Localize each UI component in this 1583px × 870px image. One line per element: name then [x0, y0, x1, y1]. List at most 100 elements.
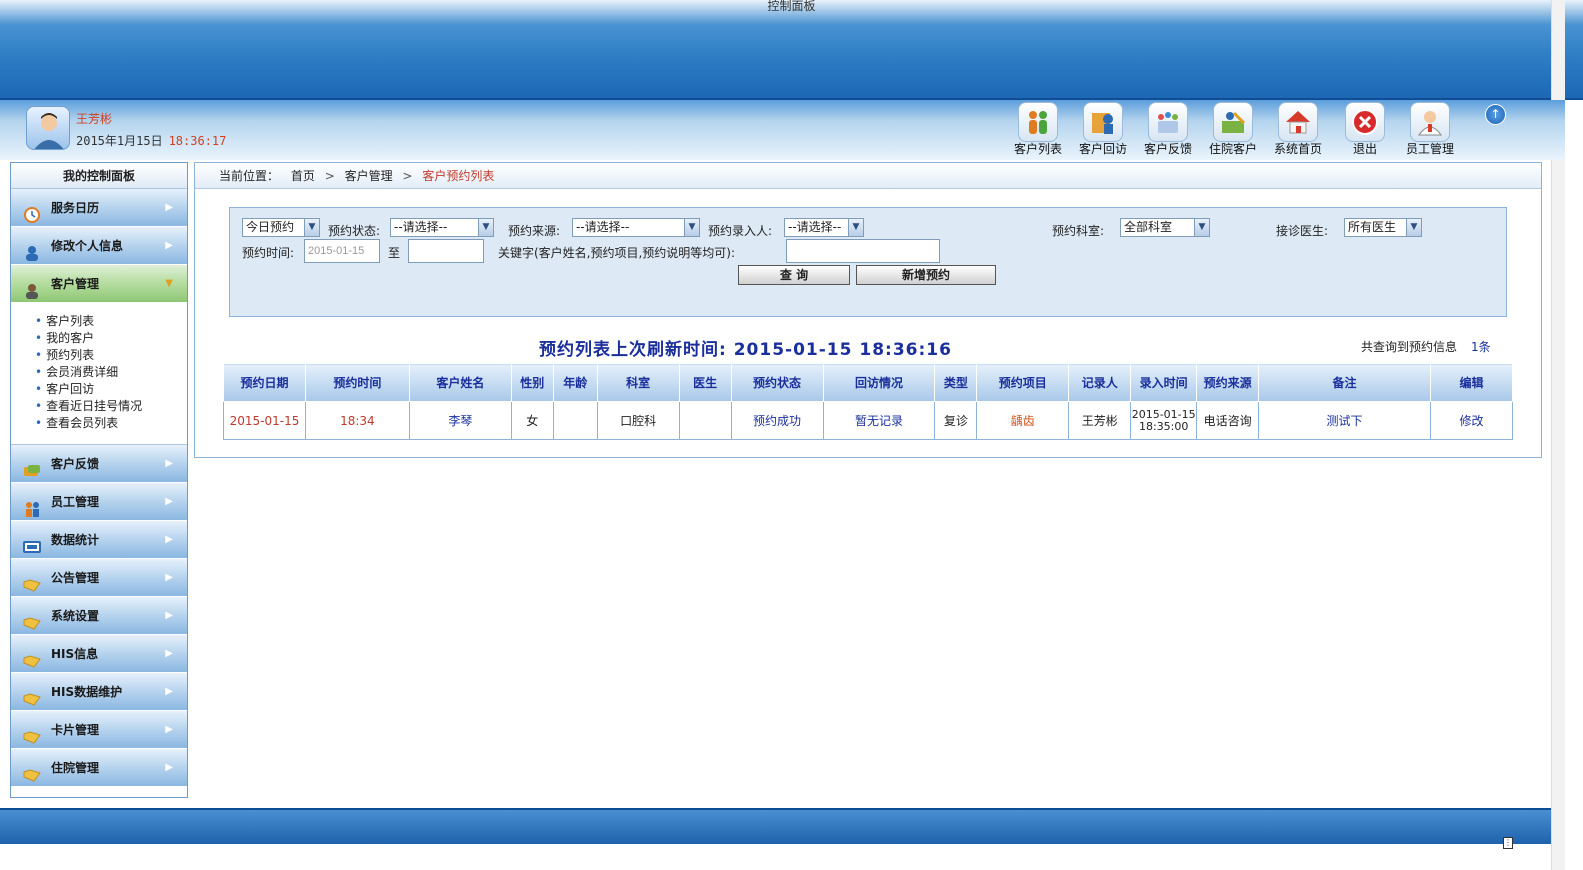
- source-select-value: --请选择--: [576, 220, 630, 234]
- time-to-input[interactable]: [408, 239, 484, 263]
- col-header[interactable]: 科室: [596, 363, 680, 402]
- topnav-inpatient[interactable]: 住院客户: [1205, 102, 1261, 158]
- current-date: 2015年1月15日: [76, 134, 163, 148]
- col-header[interactable]: 记录人: [1068, 363, 1132, 402]
- col-header[interactable]: 类型: [934, 363, 978, 402]
- col-header[interactable]: 预约状态: [730, 363, 824, 402]
- submenu-item-appointment-list[interactable]: 预约列表: [35, 347, 187, 364]
- submenu-item-recent-registration[interactable]: 查看近日挂号情况: [35, 398, 187, 415]
- sidebar: 我的控制面板 服务日历 ▶ 修改个人信息 ▶ 客户管理 ▼ 客户列表 我的客户 …: [10, 162, 188, 798]
- col-header[interactable]: 医生: [678, 363, 732, 402]
- breadcrumb-section[interactable]: 客户管理: [345, 169, 393, 183]
- resize-handle-icon[interactable]: ⋮: [1503, 837, 1513, 849]
- staff-icon: [23, 494, 41, 517]
- submenu-item-member-list[interactable]: 查看会员列表: [35, 415, 187, 432]
- col-header[interactable]: 编辑: [1429, 363, 1514, 402]
- cell-visit[interactable]: 暂无记录: [822, 401, 936, 440]
- col-header[interactable]: 备注: [1258, 363, 1431, 402]
- recorder-select[interactable]: --请选择-- ▼: [784, 218, 864, 237]
- sidebar-item-data-statistics[interactable]: 数据统计 ▶: [11, 521, 187, 559]
- cell-customer-name[interactable]: 李琴: [408, 401, 512, 440]
- chevron-right-icon: ▶: [165, 610, 173, 621]
- user-bar: 王芳彬 2015年1月15日 18:36:17: [0, 100, 1565, 160]
- sidebar-item-announcement[interactable]: 公告管理 ▶: [11, 559, 187, 597]
- time-from-input[interactable]: [304, 239, 380, 263]
- folder-icon: [23, 646, 41, 668]
- source-select[interactable]: --请选择-- ▼: [572, 218, 700, 237]
- sidebar-item-his-info[interactable]: HIS信息 ▶: [11, 635, 187, 673]
- range-select-value: 今日预约: [246, 220, 295, 234]
- topnav-customer-visit[interactable]: 客户回访: [1075, 102, 1131, 158]
- col-header[interactable]: 客户姓名: [408, 363, 512, 402]
- sidebar-item-service-calendar[interactable]: 服务日历 ▶: [11, 189, 187, 227]
- recorder-select-value: --请选择--: [788, 220, 842, 234]
- col-header[interactable]: 预约时间: [304, 363, 410, 402]
- chevron-right-icon: ▶: [165, 572, 173, 583]
- topnav-staff[interactable]: 员工管理: [1402, 102, 1458, 158]
- sidebar-item-label: 修改个人信息: [51, 239, 124, 253]
- chevron-right-icon: ▶: [165, 534, 173, 545]
- avatar: [26, 106, 70, 150]
- keyword-input[interactable]: [786, 239, 940, 263]
- topnav-customer-feedback[interactable]: 客户反馈: [1140, 102, 1196, 158]
- breadcrumb-home[interactable]: 首页: [291, 169, 315, 183]
- inpatient-icon: [1213, 102, 1253, 142]
- sidebar-title: 我的控制面板: [11, 163, 187, 189]
- doctor-select[interactable]: 所有医生 ▼: [1344, 218, 1422, 237]
- to-label: 至: [388, 246, 401, 260]
- sidebar-item-staff-management[interactable]: 员工管理 ▶: [11, 483, 187, 521]
- edit-link[interactable]: 修改: [1429, 401, 1514, 440]
- submenu-item-member-consumption[interactable]: 会员消费详细: [35, 364, 187, 381]
- sidebar-item-label: 员工管理: [51, 495, 100, 509]
- sidebar-item-label: 住院管理: [51, 761, 100, 775]
- col-header[interactable]: 预约项目: [976, 363, 1070, 402]
- breadcrumb-current: 客户预约列表: [422, 169, 495, 183]
- exit-icon: [1345, 102, 1385, 142]
- dept-select[interactable]: 全部科室 ▼: [1120, 218, 1210, 237]
- sidebar-item-label: 卡片管理: [51, 723, 100, 737]
- submenu-item-customer-visit[interactable]: 客户回访: [35, 381, 187, 398]
- col-header[interactable]: 预约来源: [1196, 363, 1260, 402]
- col-header[interactable]: 预约日期: [223, 363, 306, 402]
- sidebar-item-system-settings[interactable]: 系统设置 ▶: [11, 597, 187, 635]
- topnav-label: 客户反馈: [1143, 142, 1192, 156]
- sidebar-item-customer-feedback[interactable]: 客户反馈 ▶: [11, 445, 187, 483]
- topnav-exit[interactable]: 退出: [1340, 102, 1390, 158]
- col-header[interactable]: 年龄: [552, 363, 598, 402]
- sidebar-item-his-data-maintenance[interactable]: HIS数据维护 ▶: [11, 673, 187, 711]
- col-header[interactable]: 性别: [510, 363, 554, 402]
- submenu-item-customer-list[interactable]: 客户列表: [35, 313, 187, 330]
- chevron-down-icon: ▼: [304, 219, 319, 236]
- status-select[interactable]: --请选择-- ▼: [390, 218, 494, 237]
- sidebar-item-card-management[interactable]: 卡片管理 ▶: [11, 711, 187, 749]
- sidebar-item-label: 服务日历: [51, 201, 100, 215]
- window-title: 控制面板: [767, 0, 816, 13]
- topnav-customer-list[interactable]: 客户列表: [1010, 102, 1066, 158]
- current-clock: 18:36:17: [168, 134, 227, 148]
- footer-bar: [0, 808, 1551, 844]
- cell-time: 18:34: [304, 401, 410, 440]
- sidebar-item-label: 客户反馈: [51, 457, 100, 471]
- chevron-down-icon: ▼: [848, 219, 863, 236]
- result-count-value: 1条: [1471, 340, 1491, 354]
- sidebar-item-customer-management[interactable]: 客户管理 ▼: [11, 265, 187, 303]
- table-header-row: 预约日期 预约时间 客户姓名 性别 年龄 科室 医生 预约状态 回访情况 类型 …: [223, 363, 1514, 402]
- submenu-item-my-customers[interactable]: 我的客户: [35, 330, 187, 347]
- sidebar-item-label: 系统设置: [51, 609, 100, 623]
- scroll-top-button[interactable]: ↑: [1485, 104, 1506, 125]
- query-button[interactable]: 查 询: [738, 265, 850, 285]
- sidebar-item-inpatient-management[interactable]: 住院管理 ▶: [11, 749, 187, 787]
- folder-icon: [23, 608, 41, 630]
- add-appointment-button[interactable]: 新增预约: [856, 265, 996, 285]
- cell-note[interactable]: 测试下: [1258, 401, 1431, 440]
- cell-status[interactable]: 预约成功: [730, 401, 824, 440]
- sidebar-item-edit-profile[interactable]: 修改个人信息 ▶: [11, 227, 187, 265]
- topnav-home[interactable]: 系统首页: [1270, 102, 1326, 158]
- stats-icon: [23, 532, 41, 553]
- chevron-down-icon: ▼: [684, 219, 699, 236]
- main-panel: 当前位置： 首页 > 客户管理 > 客户预约列表 今日预约 ▼ 预约状态: --请…: [194, 162, 1542, 458]
- topnav-label: 退出: [1352, 142, 1377, 156]
- range-select[interactable]: 今日预约 ▼: [242, 218, 320, 237]
- col-header[interactable]: 回访情况: [822, 363, 936, 402]
- col-header[interactable]: 录入时间: [1130, 363, 1198, 402]
